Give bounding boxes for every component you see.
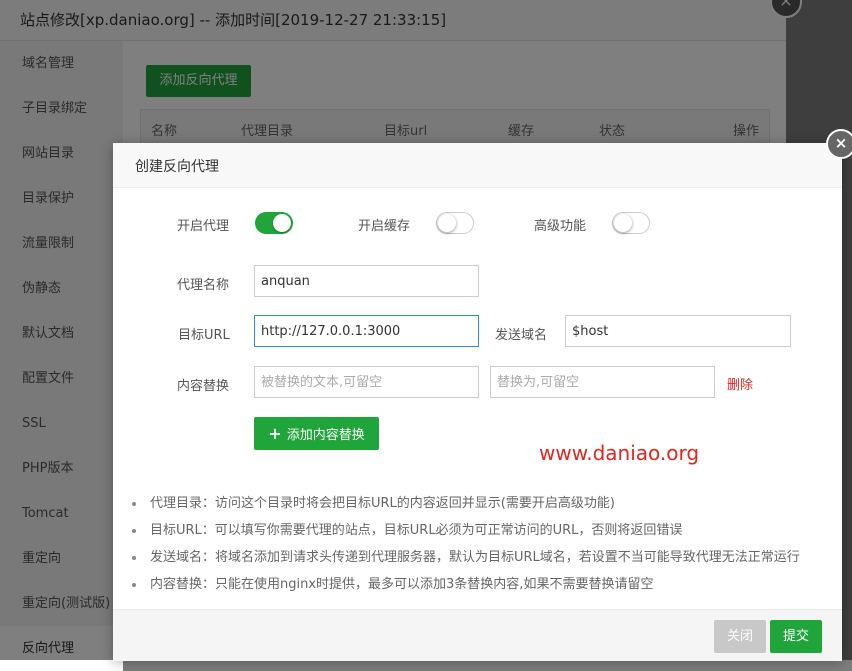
tip-text: 目标URL：可以填写你需要代理的站点，目标URL必须为可正常访问的URL，否则将… [150,523,683,538]
enable-proxy-label: 开启代理 [177,219,230,234]
add-content-replace-button[interactable]: + 添加内容替换 [254,417,379,450]
help-tips: 代理目录：访问这个目录时将会把目标URL的内容返回并显示(需要开启高级功能) 目… [130,490,830,598]
content-replace-label: 内容替换 [177,379,230,394]
add-content-replace-label: 添加内容替换 [286,428,365,443]
plus-icon: + [268,424,282,443]
tip-item: 代理目录：访问这个目录时将会把目标URL的内容返回并显示(需要开启高级功能) [130,490,830,517]
dialog-close-button[interactable]: × [826,129,852,159]
delete-replace-link[interactable]: 删除 [727,374,753,393]
proxy-name-label: 代理名称 [177,278,230,293]
dialog-header: 创建反向代理 [113,143,842,188]
enable-proxy-toggle[interactable] [255,212,293,234]
bullet-icon [132,583,136,587]
tip-text: 内容替换：只能在使用nginx时提供，最多可以添加3条替换内容,如果不需要替换请… [150,577,654,592]
dialog-title: 创建反向代理 [135,159,219,175]
enable-cache-label: 开启缓存 [358,219,411,234]
close-button[interactable]: 关闭 [714,620,766,653]
tip-text: 发送域名：将域名添加到请求头传递到代理服务器，默认为目标URL域名，若设置不当可… [150,550,800,565]
bullet-icon [132,529,136,533]
tip-text: 代理目录：访问这个目录时将会把目标URL的内容返回并显示(需要开启高级功能) [150,496,615,511]
proxy-name-input[interactable] [254,265,479,297]
toggle-knob [614,214,632,232]
close-icon: × [834,134,848,152]
tip-item: 目标URL：可以填写你需要代理的站点，目标URL必须为可正常访问的URL，否则将… [130,517,830,544]
tip-item: 发送域名：将域名添加到请求头传递到代理服务器，默认为目标URL域名，若设置不当可… [130,544,830,571]
toggle-knob [438,214,456,232]
target-url-label: 目标URL [178,328,230,343]
bullet-icon [132,556,136,560]
replace-to-input[interactable] [490,366,715,398]
enable-cache-toggle[interactable] [436,212,474,234]
target-url-input[interactable] [254,315,479,347]
advanced-toggle[interactable] [612,212,650,234]
advanced-label: 高级功能 [534,219,587,234]
watermark-text: www.daniao.org [539,441,700,465]
tip-item: 内容替换：只能在使用nginx时提供，最多可以添加3条替换内容,如果不需要替换请… [130,571,830,598]
send-domain-input[interactable] [565,315,791,347]
toggle-knob [273,214,291,232]
submit-button[interactable]: 提交 [770,620,822,653]
replace-from-input[interactable] [254,366,479,398]
send-domain-label: 发送域名 [495,328,548,343]
bullet-icon [132,502,136,506]
